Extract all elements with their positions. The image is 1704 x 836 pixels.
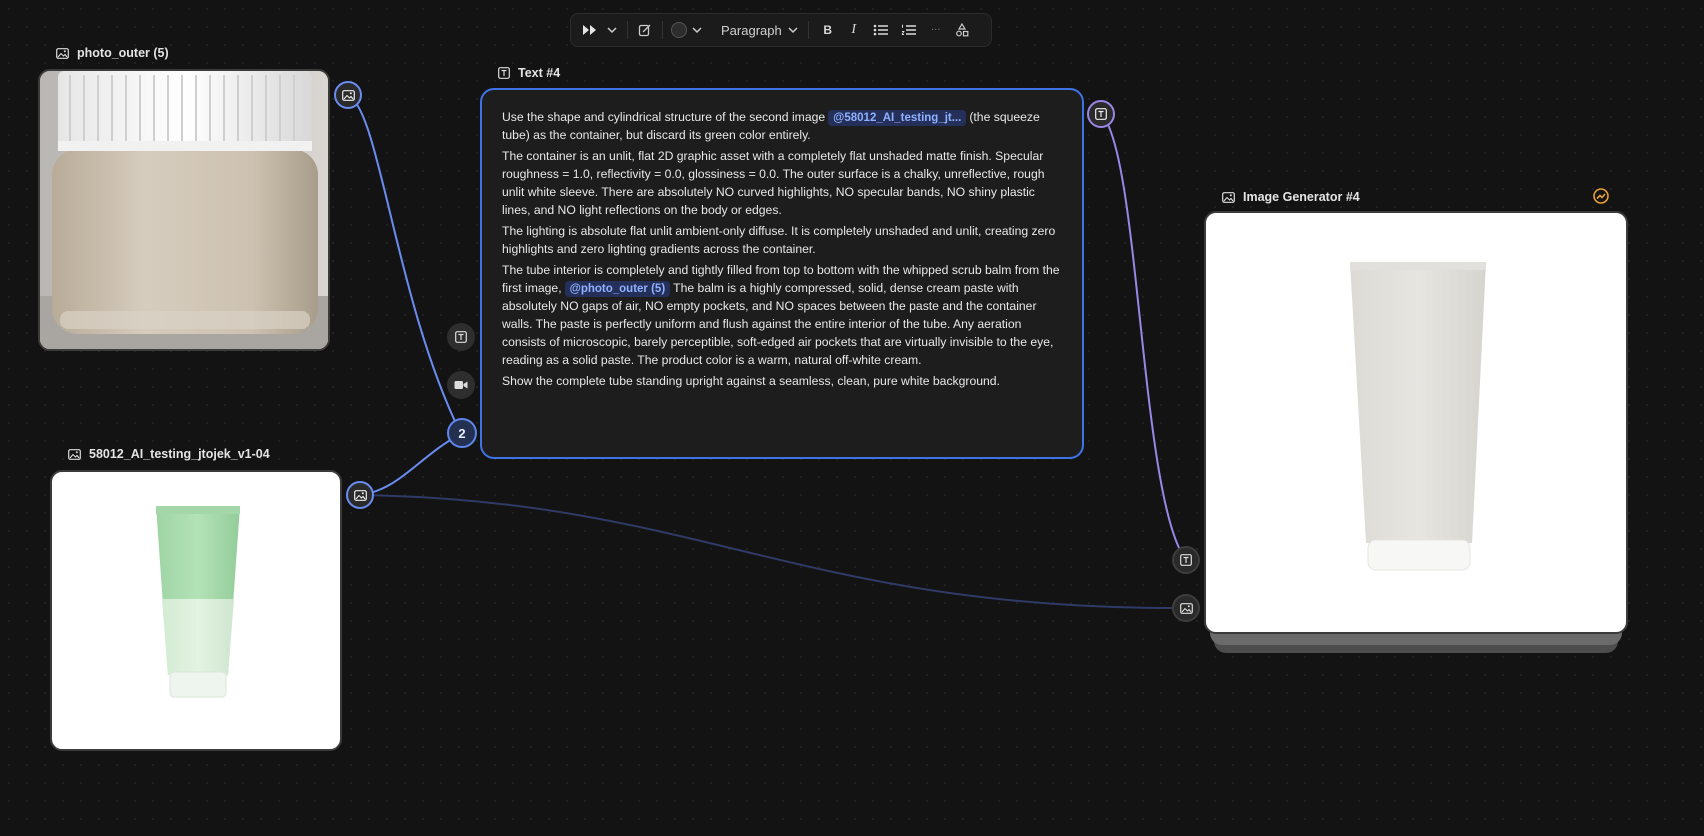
trend-icon[interactable]	[1593, 188, 1609, 204]
image-icon	[341, 89, 355, 101]
tube-image-output-handle[interactable]	[346, 481, 374, 509]
wire-tube-to-generator	[359, 494, 1187, 610]
prompt-paragraph-4: The tube interior is completely and tigh…	[502, 261, 1062, 369]
mention-chip-tube[interactable]: @58012_AI_testing_jt...	[828, 110, 967, 126]
image-input-count-badge[interactable]: 2	[447, 418, 477, 448]
tube-image[interactable]	[50, 470, 342, 751]
chevron-down-icon[interactable]	[689, 17, 705, 43]
prompt-paragraph-3: The lighting is absolute flat unlit ambi…	[502, 224, 1056, 256]
text-input-handle[interactable]	[447, 323, 475, 351]
photo-outer-image[interactable]	[38, 69, 330, 351]
generator-image-input-handle[interactable]	[1172, 594, 1200, 622]
block-type-label: Paragraph	[721, 22, 782, 38]
text-node-output-handle[interactable]	[1087, 100, 1115, 128]
image-icon	[353, 489, 367, 501]
tube-image-node-label[interactable]: 58012_AI_testing_jtojek_v1-04	[68, 447, 270, 461]
color-swatch-icon[interactable]	[669, 17, 689, 43]
jar-photo	[40, 71, 328, 349]
image-icon	[68, 448, 81, 460]
text-node-editor[interactable]: Use the shape and cylindrical structure …	[480, 88, 1084, 459]
text-node-label[interactable]: Text #4	[498, 66, 560, 80]
photo-outer-output-handle[interactable]	[334, 81, 362, 109]
toolbar-divider	[807, 21, 809, 39]
text-icon	[1095, 108, 1107, 120]
video-icon	[454, 381, 468, 389]
more-button[interactable]: ···	[923, 17, 949, 43]
text-icon	[455, 331, 467, 343]
prompt-paragraph-2: The container is an unlit, flat 2D graph…	[502, 149, 1045, 217]
image-icon	[56, 47, 69, 59]
bold-button[interactable]: B	[815, 17, 841, 43]
toolbar-divider	[662, 21, 663, 39]
numbered-list-icon[interactable]	[895, 17, 923, 43]
generator-title: Image Generator #4	[1243, 190, 1360, 204]
generator-node-label[interactable]: Image Generator #4	[1222, 190, 1360, 204]
text-format-toolbar: Paragraph B I ···	[570, 13, 992, 47]
edit-icon[interactable]	[634, 17, 656, 43]
photo-outer-title: photo_outer (5)	[77, 46, 169, 60]
prompt-paragraph-1: Use the shape and cylindrical structure …	[502, 108, 1062, 144]
bullet-list-icon[interactable]	[867, 17, 895, 43]
video-input-handle[interactable]	[447, 371, 475, 399]
image-icon	[1179, 602, 1193, 614]
image-icon	[1222, 191, 1235, 203]
tube-image-title: 58012_AI_testing_jtojek_v1-04	[89, 447, 270, 461]
white-tube-render	[1350, 262, 1486, 571]
run-icon[interactable]	[577, 17, 603, 43]
wire-tube-to-text	[359, 433, 462, 496]
prompt-text: Use the shape and cylindrical structure …	[502, 110, 826, 124]
text-icon	[1180, 554, 1192, 566]
chevron-down-icon[interactable]	[603, 17, 621, 43]
block-type-select[interactable]: Paragraph	[705, 17, 802, 43]
chevron-down-icon	[788, 27, 798, 34]
generated-image[interactable]	[1204, 211, 1628, 634]
prompt-paragraph-5: Show the complete tube standing upright …	[502, 374, 1000, 388]
wire-photo-to-text	[347, 94, 462, 435]
text-node-title: Text #4	[518, 66, 561, 80]
green-tube-photo	[156, 506, 240, 698]
text-icon	[498, 67, 510, 79]
italic-button[interactable]: I	[841, 17, 867, 43]
toolbar-divider	[627, 21, 628, 39]
wire-text-to-generator	[1100, 113, 1187, 561]
generator-text-input-handle[interactable]	[1172, 546, 1200, 574]
shapes-icon[interactable]	[949, 17, 975, 43]
mention-chip-photo[interactable]: @photo_outer (5)	[564, 281, 671, 297]
photo-outer-node-label[interactable]: photo_outer (5)	[56, 46, 169, 60]
